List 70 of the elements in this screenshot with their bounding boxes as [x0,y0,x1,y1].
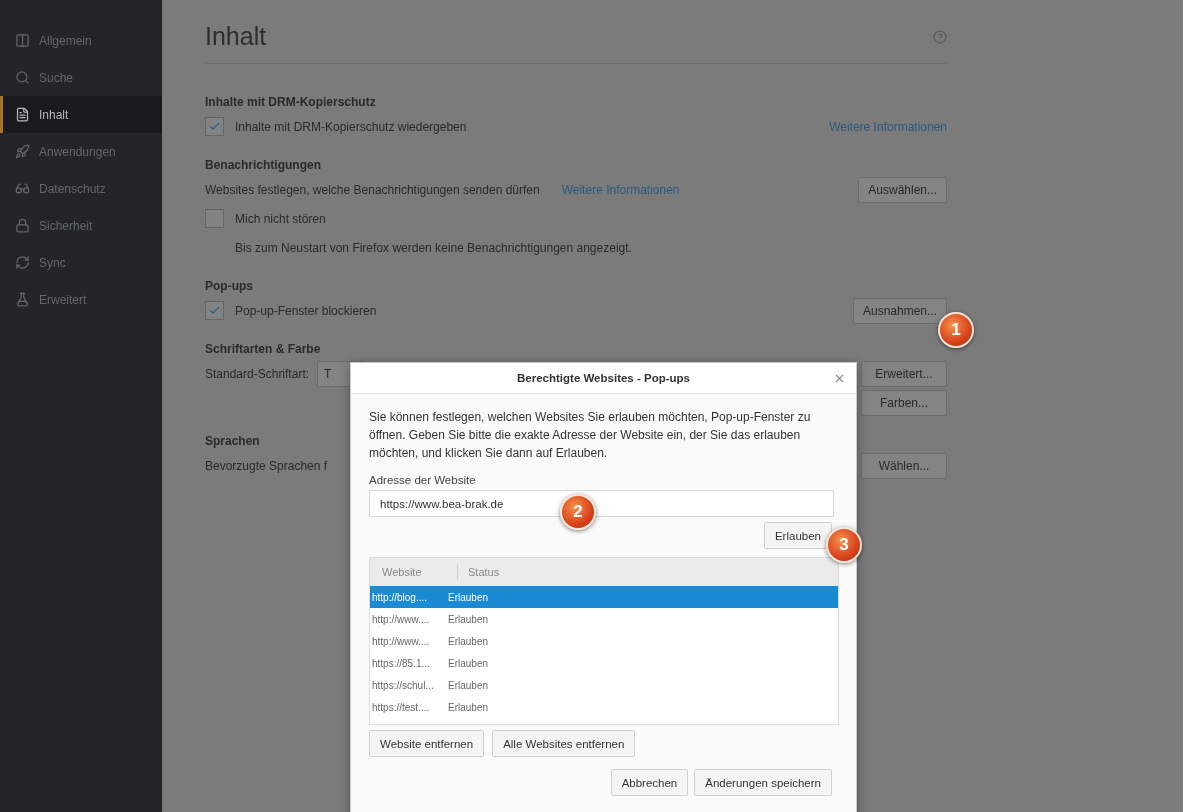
lock-icon [15,218,30,233]
section-heading: Inhalte mit DRM-Kopierschutz [205,94,376,111]
search-icon [15,70,30,85]
dialog-button[interactable]: Abbrechen [610,769,689,796]
table-cell-text: http://www.... [371,613,431,625]
option-button[interactable]: Farben... [861,389,947,416]
check-icon [208,120,221,133]
remove-button[interactable]: Website entfernen [369,730,485,757]
row-text: Bevorzugte Sprachen f [205,458,328,473]
column-header[interactable]: Website [370,564,458,580]
table-cell-text: https://85.1... [371,657,431,669]
option-button[interactable]: Ausnahmen... [852,297,947,324]
row-text: Websites festlegen, welche Benachrichtigungen senden dürfen [205,182,540,197]
option-button[interactable]: Wählen... [861,452,947,479]
table-cell-text: Erlauben [447,679,490,691]
glasses-icon [15,181,30,196]
flask-icon [15,292,30,307]
table-row[interactable]: https://test.... Erlauben [370,696,838,718]
table-row[interactable]: https://85.1... Erlauben [370,652,838,674]
sidebar-item[interactable]: Sicherheit [0,207,162,244]
remove-button[interactable]: Alle Websites entfernen [492,730,636,757]
sidebar-item[interactable]: Inhalt [0,96,162,133]
checkbox[interactable] [205,209,224,228]
table-row[interactable]: http://www.... Erlauben [370,630,838,652]
callout-badge: 1 [938,312,974,348]
panel-icon [15,33,30,48]
sidebar-item[interactable]: Allgemein [0,22,162,59]
row-label: Standard-Schriftart: [205,366,310,381]
checkbox-label: Pop-up-Fenster blockieren [235,303,377,318]
rocket-icon [15,144,30,159]
checkbox-label: Inhalte mit DRM-Kopierschutz wiedergeben [235,119,467,134]
table-cell-text: Erlauben [447,657,490,669]
table-row[interactable]: https://schul... Erlauben [370,674,838,696]
document-icon [15,107,30,122]
table-cell-text: http://www.... [371,635,431,647]
section-heading: Sprachen [205,433,260,450]
field-label: Adresse der Website [369,474,477,486]
sync-icon [15,255,30,270]
dialog-description: Sie können festlegen, welchen Websites Sie erlauben möchten, Pop-up-Fenster zu öffnen. Geben Sie bitte die exakte Adresse der Website ein, der Sie das erlauben möchten, und klicken Sie dann auf Erlauben. [369,409,812,462]
check-icon [208,304,221,317]
table-cell-text: https://schul... [371,679,435,691]
table-cell-text: Erlauben [447,635,490,647]
table-cell-text: https://test.... [371,701,431,713]
table-cell-text: http://blog.... [371,591,429,603]
sidebar-item[interactable]: Anwendungen [0,133,162,170]
sidebar-item[interactable]: Suche [0,59,162,96]
option-button[interactable]: Erweitert... [861,360,947,387]
checkbox[interactable] [205,117,224,136]
table-cell-text: Erlauben [447,701,490,713]
help-icon[interactable] [933,29,947,44]
table-row[interactable]: http://blog.... Erlauben [370,586,838,608]
section-heading: Pop-ups [205,278,253,295]
table-cell-text: Erlauben [447,591,490,603]
dialog-title: Berechtigte Websites - Pop-ups [517,372,690,384]
sidebar-item[interactable]: Sync [0,244,162,281]
dialog-button[interactable]: Änderungen speichern [694,769,832,796]
sidebar-item[interactable]: Erweitert [0,281,162,318]
section-heading: Benachrichtigungen [205,157,321,174]
column-header[interactable]: Status [458,564,668,580]
page-title: Inhalt [205,22,267,51]
allow-button[interactable]: Erlauben [763,522,832,549]
close-icon[interactable] [833,372,846,385]
option-button[interactable]: Auswählen... [858,176,947,203]
sidebar-item[interactable]: Datenschutz [0,170,162,207]
section-heading: Schriftarten & Farbe [205,341,321,358]
checkbox[interactable] [205,301,224,320]
table-cell-text: Erlauben [447,613,490,625]
checkbox-label: Mich nicht stören [235,211,326,226]
note-text: Bis zum Neustart von Firefox werden keine Benachrichtigungen angezeigt. [235,240,632,255]
table-row[interactable]: http://www.... Erlauben [370,608,838,630]
